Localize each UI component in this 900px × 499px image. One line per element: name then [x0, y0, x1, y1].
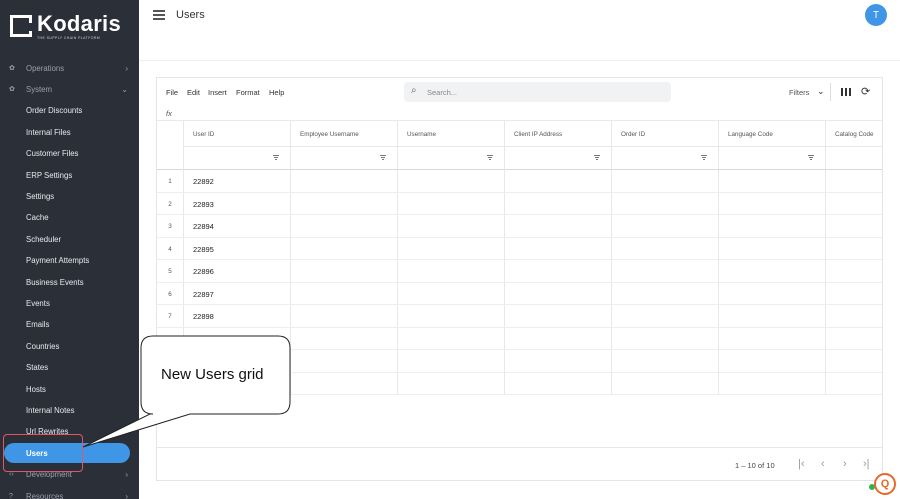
- callout-text: New Users grid: [161, 366, 264, 383]
- highlight-box: [3, 434, 83, 472]
- callout-shape: [82, 335, 291, 448]
- help-chat-icon[interactable]: Q: [874, 473, 896, 495]
